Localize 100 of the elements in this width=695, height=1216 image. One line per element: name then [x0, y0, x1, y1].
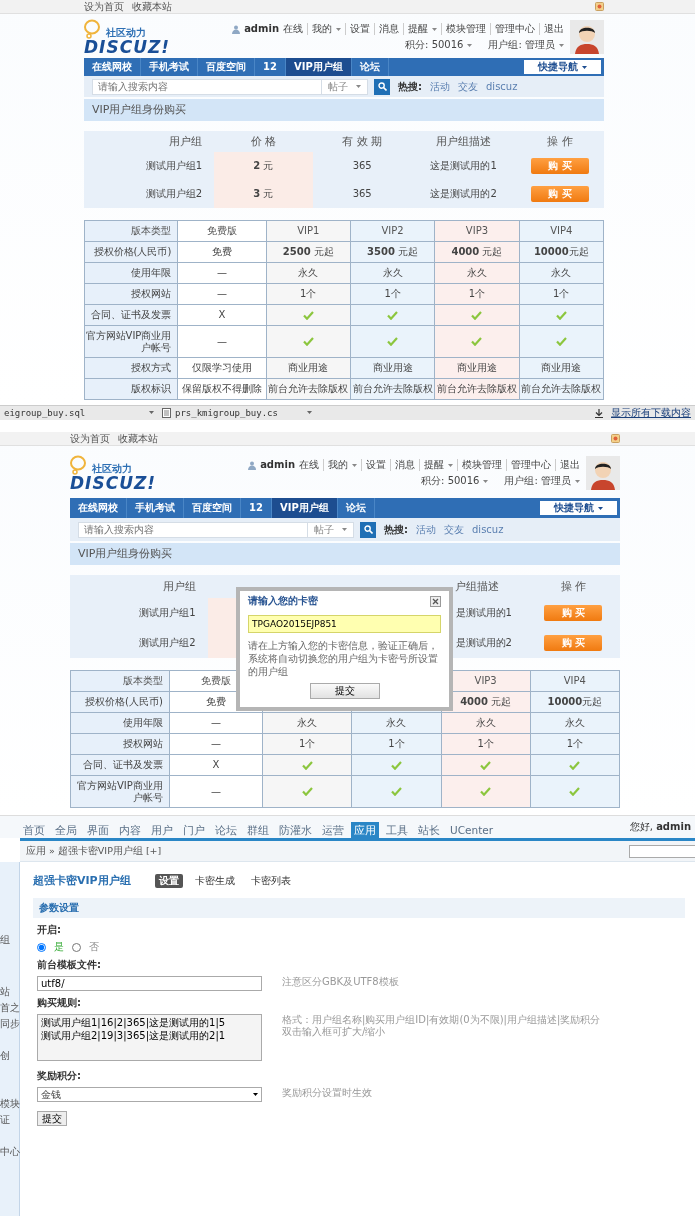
greeting-text: 您好, admin [629, 821, 691, 833]
scope-select[interactable]: 帖子 [322, 78, 368, 95]
search-icon [363, 525, 373, 534]
top-link[interactable]: 设为首页 [70, 432, 110, 445]
quick-nav-button[interactable]: 快捷导航 [540, 501, 617, 515]
close-button[interactable] [430, 595, 441, 607]
user-menu-link[interactable]: 我的 [323, 459, 357, 471]
status-text: 在线 [299, 459, 319, 471]
caret-icon [559, 43, 564, 47]
search-field[interactable] [629, 844, 695, 858]
user-menu-link[interactable]: 提醒 [419, 459, 453, 471]
user-menu-link[interactable]: 消息 [390, 459, 415, 471]
nav-tab[interactable]: 论坛 [212, 822, 240, 838]
nav-tab[interactable]: 应用 [351, 822, 379, 838]
show-all-downloads-link[interactable]: 显示所有下载内容 [611, 407, 691, 419]
text-field[interactable]: utf8/ [37, 976, 262, 991]
sidebar-item[interactable]: 创 [0, 1050, 19, 1062]
price-cell: 2 元 [214, 152, 313, 180]
stat-link[interactable]: 用户组: 管理员 [488, 39, 564, 51]
user-menu-link[interactable]: 退出 [539, 23, 564, 35]
stat-link[interactable]: 积分: 50016 [405, 39, 473, 51]
hot-link[interactable]: 交友 [458, 80, 478, 93]
hot-link[interactable]: discuz [486, 80, 518, 93]
stat-link[interactable]: 用户组: 管理员 [504, 475, 580, 487]
nav-tab[interactable]: 首页 [20, 822, 48, 838]
sidebar-item[interactable]: 同步 [0, 1018, 19, 1030]
nav-tab[interactable]: 全局 [52, 822, 80, 838]
user-name[interactable]: admin [244, 23, 279, 35]
nav-tab[interactable]: 内容 [116, 822, 144, 838]
select-field[interactable]: 金钱 [37, 1087, 262, 1102]
sidebar-item[interactable]: 组 [0, 934, 19, 946]
table-cell: — [177, 325, 267, 358]
nav-tab[interactable]: 群组 [244, 822, 272, 838]
user-menu-link[interactable]: 退出 [555, 459, 580, 471]
nav-tab[interactable]: 防灌水 [276, 822, 315, 838]
user-menu-link[interactable]: 设置 [345, 23, 370, 35]
radio-button[interactable] [72, 942, 81, 952]
page-title: VIP用户组身份购买 [70, 543, 620, 565]
stat-link[interactable]: 积分: 50016 [421, 475, 489, 487]
logo-wordmark[interactable]: DISCUZ! [84, 38, 171, 56]
caret-icon [336, 27, 341, 31]
card-code-field[interactable]: TPGAO2015EJP851 [248, 615, 441, 633]
download-file[interactable]: eigroup_buy.sql [4, 407, 86, 419]
user-menu-link[interactable]: 管理中心 [490, 23, 535, 35]
nav-tab[interactable]: 工具 [383, 822, 411, 838]
scope-select[interactable]: 帖子 [308, 521, 354, 538]
tab[interactable]: 卡密列表 [246, 874, 295, 888]
nav-tab[interactable]: 门户 [180, 822, 208, 838]
user-menu-link[interactable]: 模块管理 [441, 23, 486, 35]
download-file[interactable]: prs_kmigroup_buy.cs [175, 407, 278, 419]
app-icon[interactable] [595, 2, 604, 11]
search-button[interactable] [360, 521, 376, 538]
check-icon [387, 337, 399, 346]
user-menu-link[interactable]: 提醒 [403, 23, 437, 35]
nav-tab[interactable]: 界面 [84, 822, 112, 838]
sidebar-item[interactable]: 模块 [0, 1098, 19, 1110]
quick-nav-button[interactable]: 快捷导航 [524, 60, 601, 74]
tab[interactable]: 设置 [154, 874, 183, 888]
table-cell: 365 [312, 152, 412, 180]
column-header: VIP4 [519, 220, 604, 242]
caret-icon [448, 463, 453, 467]
logo-wordmark[interactable]: DISCUZ! [70, 474, 157, 492]
rules-textarea[interactable]: 测试用户组1|16|2|365|这是测试用的1|5 测试用户组2|19|3|365|这是测试用的2|1 [37, 1014, 262, 1061]
hot-link[interactable]: 活动 [416, 523, 436, 536]
user-icon [232, 24, 241, 34]
top-link[interactable]: 收藏本站 [132, 0, 172, 13]
option-label[interactable]: 否 [89, 941, 99, 953]
user-name[interactable]: admin [260, 459, 295, 471]
top-link[interactable]: 设为首页 [84, 0, 124, 13]
search-field[interactable]: 请输入搜索内容 [92, 78, 322, 95]
user-menu-link[interactable]: 我的 [307, 23, 341, 35]
search-field[interactable]: 请输入搜索内容 [78, 521, 308, 538]
sidebar-item[interactable]: 证 [0, 1114, 19, 1126]
hot-link[interactable]: discuz [472, 523, 504, 536]
user-menu-link[interactable]: 消息 [374, 23, 399, 35]
search-button[interactable] [374, 78, 390, 95]
section-header: 参数设置 [33, 898, 685, 918]
hot-link[interactable]: 活动 [430, 80, 450, 93]
nav-tab[interactable]: VIP用户组 [285, 58, 352, 76]
top-link[interactable]: 收藏本站 [118, 432, 158, 445]
nav-tab[interactable]: VIP用户组 [271, 498, 338, 518]
nav-tab[interactable]: 站长 [415, 822, 443, 838]
submit-button[interactable]: 提交 [309, 683, 380, 699]
sidebar-item[interactable]: 首之 [0, 1002, 19, 1014]
avatar[interactable] [586, 456, 620, 490]
sidebar-item[interactable]: 站 [0, 986, 19, 998]
user-menu-link[interactable]: 模块管理 [457, 459, 502, 471]
submit-button[interactable]: 提交 [37, 1111, 67, 1126]
nav-tab[interactable]: 用户 [148, 822, 176, 838]
speech-bubble-icon [70, 454, 88, 475]
hot-link[interactable]: 交友 [444, 523, 464, 536]
nav-tab[interactable]: 运营 [319, 822, 347, 838]
avatar[interactable] [570, 20, 604, 54]
user-menu-link[interactable]: 设置 [361, 459, 386, 471]
sidebar-item[interactable]: 中心 [0, 1146, 19, 1158]
app-icon[interactable] [611, 434, 620, 443]
nav-tab[interactable]: UCenter [447, 822, 497, 838]
user-menu-link[interactable]: 管理中心 [506, 459, 551, 471]
radio-button[interactable] [37, 942, 46, 952]
tab[interactable]: 卡密生成 [190, 874, 239, 888]
